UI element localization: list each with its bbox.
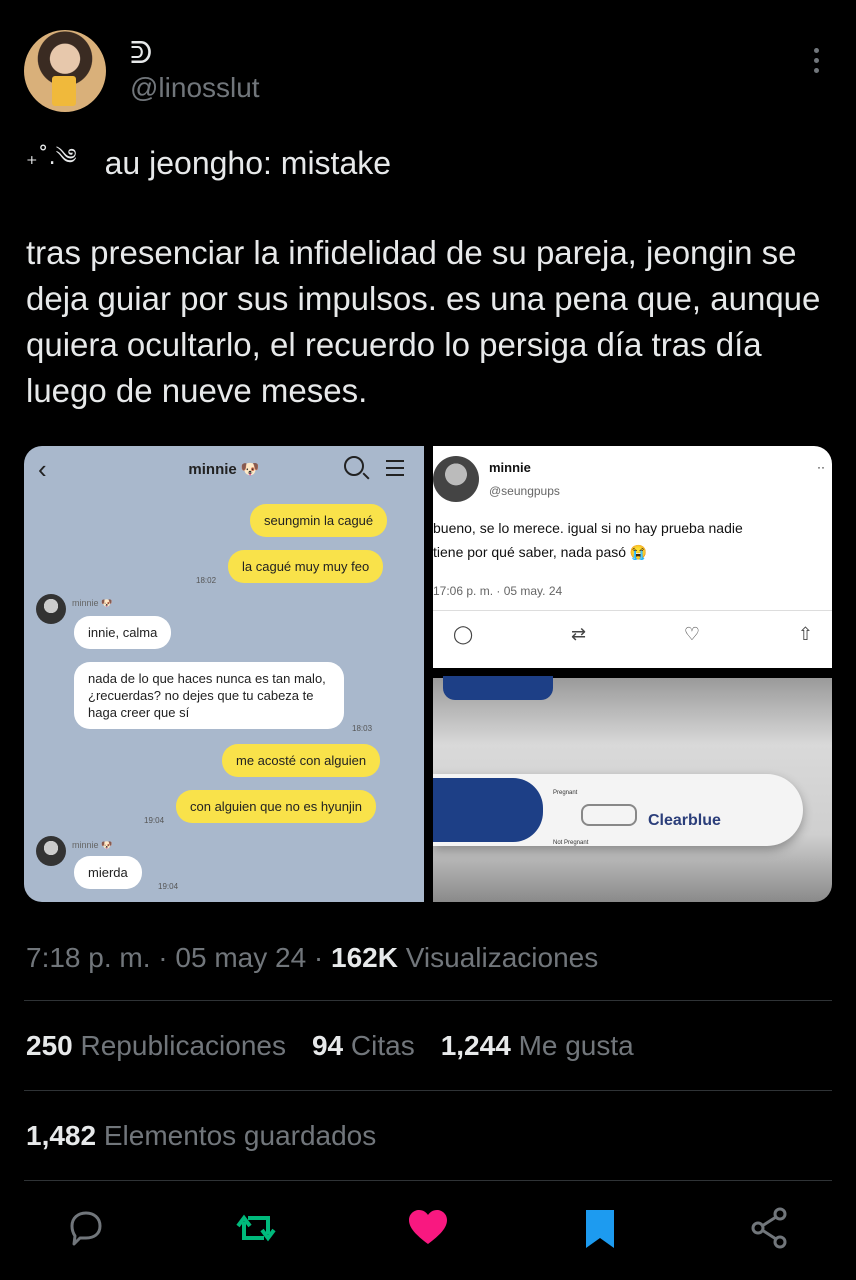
- pregnancy-test-photo[interactable]: Pregnant Not Pregnant Clearblue: [433, 676, 832, 902]
- title-decoration: ₊˚.༄: [26, 145, 77, 170]
- reply-icon: [70, 1211, 102, 1246]
- quotes-stat[interactable]: 94 Citas: [312, 1030, 415, 1062]
- post-body: tras presenciar la infidelidad de su par…: [26, 234, 821, 409]
- embedded-actions: ◯ ⇄ ♡ ⇧: [453, 624, 813, 645]
- embedded-name: minnie: [489, 460, 531, 475]
- share-button[interactable]: [748, 1206, 792, 1250]
- brand-logo: Clearblue: [648, 812, 721, 829]
- quotes-count: 94: [311, 1030, 344, 1061]
- post-title-line: ₊˚.༄ au jeongho: mistake: [26, 132, 391, 194]
- chat-bubble: seungmin la cagué: [250, 504, 388, 537]
- embedded-avatar: [433, 456, 479, 502]
- views-label: Visualizaciones: [405, 942, 599, 973]
- display-name[interactable]: ᕲ: [130, 36, 152, 71]
- chat-bubble: con alguien que no es hyunjin: [176, 790, 377, 823]
- reposts-label: Republicaciones: [80, 1030, 286, 1061]
- likes-label: Me gusta: [518, 1030, 634, 1061]
- result-window: [581, 804, 637, 826]
- bookmarks-stat: 1,482 Elementos guardados: [26, 1120, 376, 1152]
- chat-timestamp: 18:02: [196, 576, 217, 585]
- reposts-stat[interactable]: 250 Republicaciones: [26, 1030, 286, 1062]
- reply-icon: ◯: [453, 624, 474, 644]
- bookmark-button[interactable]: [578, 1206, 622, 1250]
- chat-bubble: me acosté con alguien: [222, 744, 381, 777]
- chat-bubble: mierda: [74, 856, 142, 889]
- embedded-more-icon: ··: [817, 460, 825, 474]
- search-icon: [344, 456, 364, 476]
- embedded-text: bueno, se lo merece. igual si no hay pru…: [433, 516, 832, 564]
- engagement-stats: 250 Republicaciones 94 Citas 1,244 Me gu…: [26, 1030, 634, 1062]
- chat-timestamp: 18:03: [352, 724, 373, 733]
- post-title: au jeongho: mistake: [104, 144, 392, 181]
- tweet-screenshot-image[interactable]: minnie @seungpups ·· bueno, se lo merece…: [433, 446, 832, 668]
- post-header: ᕲ @linosslut: [0, 0, 856, 120]
- chat-bubble: nada de lo que haces nunca es tan malo, …: [74, 662, 344, 729]
- chat-timestamp: 19:04: [158, 882, 179, 891]
- repost-icon: ⇄: [570, 624, 587, 644]
- bookmarks-count: 1,482: [26, 1120, 97, 1151]
- embedded-text-line: tiene por qué saber, nada pasó 😭: [433, 544, 648, 560]
- more-options-icon[interactable]: [808, 48, 824, 80]
- chat-avatar: [36, 594, 66, 624]
- divider: [433, 610, 832, 611]
- chat-sender-name: minnie 🐶: [72, 840, 113, 850]
- embedded-time: 17:06 p. m. · 05 may. 24: [433, 584, 563, 598]
- bookmarks-label: Elementos guardados: [103, 1120, 377, 1151]
- divider: [24, 1180, 832, 1181]
- like-icon: ♡: [683, 624, 701, 644]
- chat-topbar: ‹ minnie 🐶: [24, 446, 424, 492]
- quotes-label: Citas: [350, 1030, 415, 1061]
- menu-icon: [386, 460, 404, 481]
- share-icon: ⇧: [797, 624, 813, 644]
- repost-icon: [236, 1214, 276, 1242]
- embedded-handle: @seungpups: [489, 484, 560, 498]
- post-meta: 7:18 p. m. · 05 may 24 · 162K Visualizac…: [26, 942, 598, 974]
- pregnant-label: Pregnant: [553, 790, 578, 796]
- test-cap: [443, 676, 553, 700]
- divider: [24, 1090, 832, 1091]
- action-bar: [0, 1196, 856, 1266]
- reposts-count: 250: [26, 1030, 73, 1061]
- user-handle[interactable]: @linosslut: [130, 72, 260, 104]
- share-icon: [751, 1207, 787, 1249]
- like-button[interactable]: [406, 1206, 450, 1250]
- post-time[interactable]: 7:18 p. m. · 05 may 24 ·: [26, 942, 331, 973]
- avatar[interactable]: [24, 30, 106, 112]
- chat-bubble: la cagué muy muy feo: [228, 550, 384, 583]
- media-grid: ‹ minnie 🐶 seungmin la cagué la cagué mu…: [24, 446, 832, 902]
- chat-bubble: innie, calma: [74, 616, 172, 649]
- divider: [24, 1000, 832, 1001]
- repost-button[interactable]: [234, 1206, 278, 1250]
- bookmark-icon: [586, 1210, 614, 1248]
- likes-stat[interactable]: 1,244 Me gusta: [441, 1030, 634, 1062]
- views-count: 162K: [331, 942, 398, 973]
- chat-timestamp: 19:04: [144, 816, 165, 825]
- test-grip: [433, 778, 543, 842]
- heart-icon: [409, 1210, 447, 1244]
- likes-count: 1,244: [440, 1030, 511, 1061]
- reply-button[interactable]: [64, 1206, 108, 1250]
- chat-screenshot-image[interactable]: ‹ minnie 🐶 seungmin la cagué la cagué mu…: [24, 446, 424, 902]
- chat-avatar: [36, 836, 66, 866]
- chat-sender-name: minnie 🐶: [72, 598, 113, 608]
- embedded-text-line: bueno, se lo merece. igual si no hay pru…: [433, 520, 743, 536]
- not-pregnant-label: Not Pregnant: [553, 840, 589, 846]
